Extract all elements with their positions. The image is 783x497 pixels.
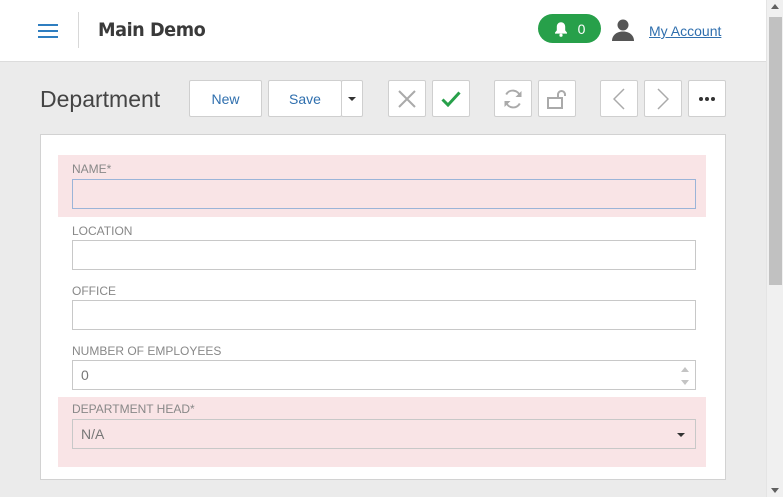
notifications-button[interactable]: 0 [538,14,601,43]
chevron-down-icon [348,96,356,101]
more-actions-button[interactable] [688,80,726,117]
stepper-arrows-icon[interactable] [681,365,689,387]
office-input[interactable] [72,300,696,330]
location-input[interactable] [72,240,696,270]
name-input[interactable] [72,179,696,209]
department-head-field-group: DEPARTMENT HEAD* N/A [58,397,706,467]
cancel-button[interactable] [388,80,426,117]
save-and-close-button[interactable] [432,80,470,117]
unlock-icon [547,89,566,109]
checkmark-icon [441,90,461,107]
scrollbar-thumb[interactable] [769,17,782,285]
employees-label: NUMBER OF EMPLOYEES [72,344,222,358]
chevron-down-icon [677,433,685,437]
user-icon[interactable] [611,18,635,42]
close-icon [398,89,416,108]
page-scrollbar[interactable] [766,0,783,497]
new-button[interactable]: New [189,80,262,117]
department-head-value: N/A [81,426,105,442]
name-field-group: NAME* [58,155,706,217]
save-button[interactable]: Save [268,80,342,117]
chevron-left-icon [613,87,625,110]
menu-icon[interactable] [38,22,60,40]
office-field-group: OFFICE [58,277,706,337]
employees-value: 0 [81,367,89,383]
unlock-button[interactable] [538,80,576,117]
department-head-label: DEPARTMENT HEAD* [72,402,195,416]
header-divider [78,12,79,48]
department-head-select[interactable]: N/A [72,419,696,449]
location-label: LOCATION [72,224,133,238]
app-title: Main Demo [98,19,206,41]
my-account-link[interactable]: My Account [649,23,721,39]
department-form: NAME* LOCATION OFFICE NUMBER OF EMPLOYEE… [40,134,726,480]
page-title: Department [40,86,161,112]
employees-stepper[interactable]: 0 [72,360,696,390]
chevron-right-icon [657,87,669,110]
save-options-dropdown[interactable] [341,80,363,117]
name-label: NAME* [72,162,112,176]
refresh-icon [504,89,522,108]
scroll-up-icon[interactable] [771,4,779,9]
bell-icon [554,21,567,37]
location-field-group: LOCATION [58,217,706,277]
app-header: Main Demo 0 My Account [0,0,766,62]
more-icon [699,96,715,101]
next-record-button[interactable] [644,80,682,117]
previous-record-button[interactable] [600,80,638,117]
scroll-down-icon[interactable] [771,488,779,493]
office-label: OFFICE [72,284,116,298]
refresh-button[interactable] [494,80,532,117]
employees-field-group: NUMBER OF EMPLOYEES 0 [58,337,706,397]
notification-count: 0 [577,20,586,37]
